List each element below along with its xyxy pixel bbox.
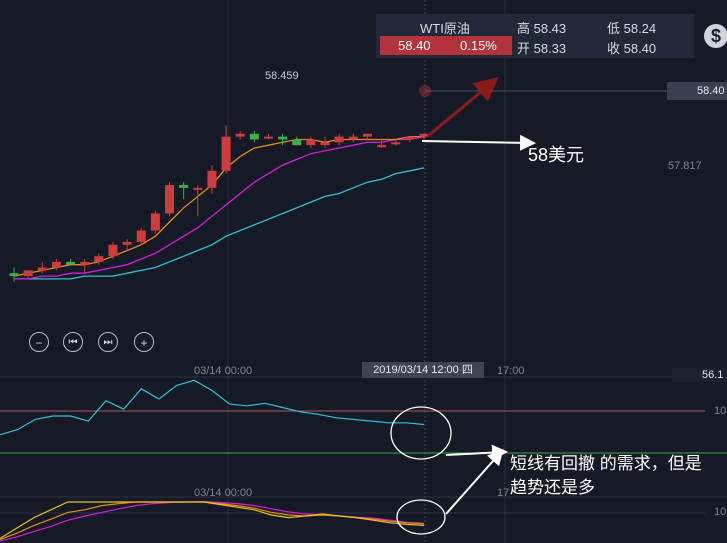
candle-body (334, 136, 344, 143)
oscillator-1 (0, 379, 727, 454)
candle-body (51, 261, 61, 268)
candle-body (405, 136, 415, 140)
trend-arrow (427, 77, 499, 138)
candle-body (165, 185, 175, 214)
candle-body (122, 241, 132, 245)
candle-body (306, 139, 316, 146)
target-arrow (421, 134, 536, 151)
chart-stage: WTI原油 58.40 0.15% 高 58.43 低 58.24 开 58.3… (0, 0, 727, 543)
candle-body (377, 145, 387, 148)
price-level-label: 57.817 (668, 160, 702, 172)
open-stat: 开 58.33 (517, 41, 567, 56)
time-axis-label-1: 03/14 00:00 (194, 365, 253, 377)
osc2-highlight-circle (396, 499, 446, 535)
candle-body (9, 273, 19, 277)
candle-body (80, 261, 90, 265)
candle-body (207, 170, 217, 188)
candle-body (278, 136, 288, 140)
crosshair-time-tag: 2019/03/14 12:00 四 (362, 362, 484, 378)
candle-body (94, 256, 104, 262)
instrument-name: WTI原油 (420, 21, 470, 36)
candle-body (150, 213, 160, 231)
last-price-glow (419, 85, 431, 97)
candle-body (221, 136, 231, 171)
osc1-line (0, 379, 425, 436)
ma-mid-line (14, 135, 425, 280)
oscillator2-mid-label: 17 (497, 487, 510, 499)
max-price-marker: 58.459 (265, 70, 299, 82)
candle-body (108, 244, 118, 257)
candle-body (391, 142, 401, 145)
oscillator2-time-label: 03/14 00:00 (194, 487, 253, 499)
osc2-k-line (0, 501, 425, 539)
next-button[interactable]: ⏭ (98, 332, 118, 352)
candle-body (136, 230, 146, 242)
candle-body (419, 133, 429, 137)
price-badge: 58.40 0.15% (380, 36, 512, 55)
comment-line-1: 短线有回撤 的需求，但是 (510, 454, 702, 473)
candles (9, 125, 429, 282)
candle-body (292, 139, 302, 146)
candle-body (193, 187, 203, 190)
osc2-d-line (0, 501, 425, 540)
low-stat: 低 58.24 (607, 21, 657, 36)
osc2-j-line (0, 500, 425, 542)
instrument-info-panel: WTI原油 58.40 0.15% 高 58.43 低 58.24 开 58.3… (376, 14, 694, 58)
candle-body (37, 267, 47, 271)
current-price: 58.40 (398, 38, 431, 53)
candle-body (362, 133, 372, 137)
zoom-in-button[interactable]: + (134, 332, 154, 352)
change-percent: 0.15% (460, 38, 497, 53)
candle-body (66, 261, 76, 265)
osc1-highlight-circle (390, 406, 452, 460)
oscillator-2 (0, 500, 705, 542)
high-stat: 高 58.43 (517, 21, 567, 36)
time-axis-label-2: 17:00 (497, 365, 525, 377)
candle-body (249, 133, 259, 140)
candle-body (320, 142, 330, 146)
candle-body (23, 270, 33, 277)
close-stat: 收 58.40 (607, 41, 657, 56)
prev-button[interactable]: ⏮ (63, 332, 83, 352)
currency-button[interactable]: $ (704, 24, 727, 48)
comment-line-2: 趋势还是多 (510, 478, 595, 497)
current-price-tag: 58.40 (667, 82, 727, 100)
candle-body (348, 136, 358, 140)
ma-fast-line (13, 135, 424, 277)
moving-averages (13, 135, 425, 280)
ma-slow-line (14, 167, 425, 280)
comment-arrow-2 (445, 449, 504, 515)
zoom-out-button[interactable]: − (29, 332, 49, 352)
oscillator1-value-tag: 56.1 (672, 368, 727, 382)
candle-body (235, 133, 245, 137)
candle-body (179, 185, 189, 188)
oscillator2-level-label: 10 (714, 506, 727, 518)
oscillator1-level-label: 10 (714, 405, 727, 417)
candle-body (263, 136, 273, 139)
target-price-annotation: 58美元 (528, 145, 585, 165)
